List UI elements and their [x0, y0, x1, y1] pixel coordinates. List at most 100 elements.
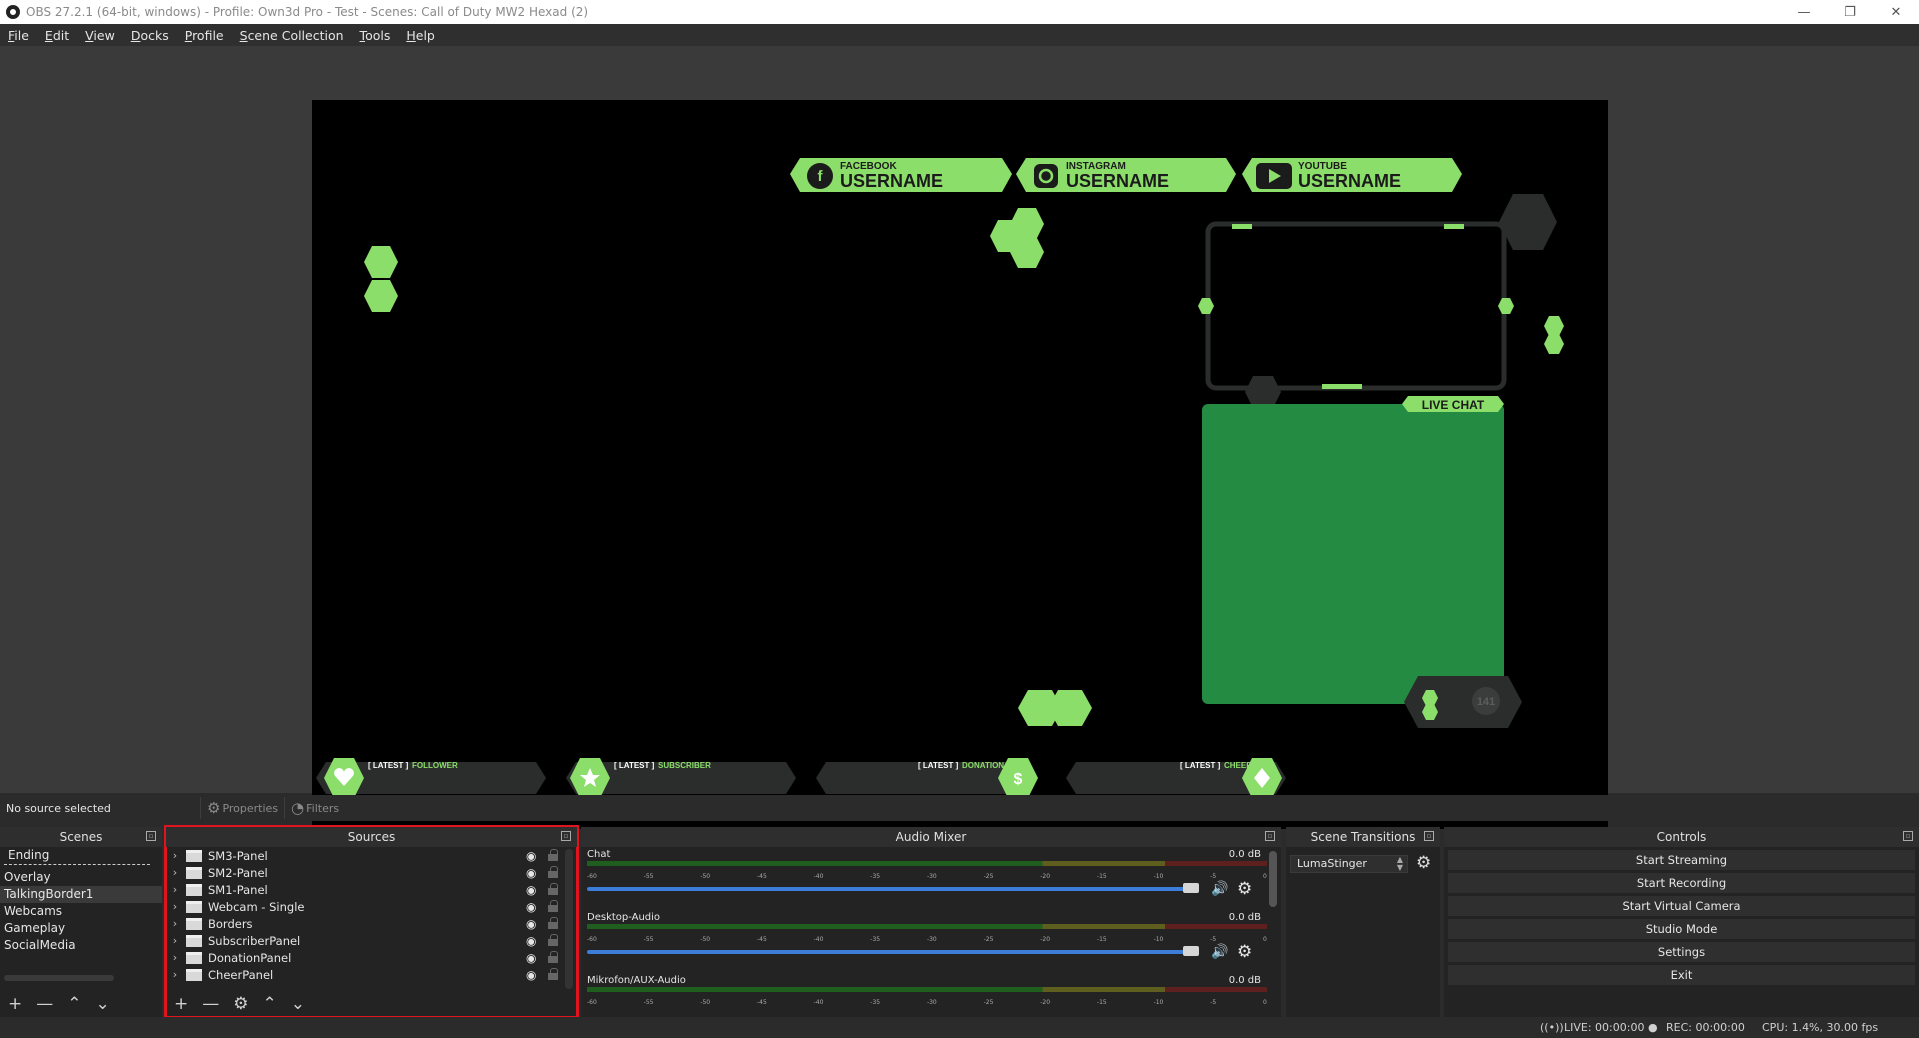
- visibility-eye-icon[interactable]: ◉: [526, 866, 540, 880]
- chat-panel: [1202, 404, 1504, 704]
- filters-button[interactable]: ◔ Filters: [284, 797, 345, 819]
- expand-chevron-icon[interactable]: ›: [168, 900, 182, 913]
- expand-chevron-icon[interactable]: ›: [168, 883, 182, 896]
- source-properties-gear-icon[interactable]: ⚙: [233, 994, 248, 1014]
- menu-docks[interactable]: Docks: [123, 28, 177, 43]
- sources-toolbar: + — ⚙ ⌃ ⌄: [166, 991, 577, 1017]
- undock-icon[interactable]: ▫: [1424, 831, 1434, 841]
- start-recording-button[interactable]: Start Recording: [1448, 873, 1915, 893]
- menu-edit[interactable]: Edit: [37, 28, 77, 43]
- group-folder-icon: [186, 849, 202, 862]
- lock-icon[interactable]: [548, 917, 558, 929]
- group-folder-icon: [186, 917, 202, 930]
- lock-icon[interactable]: [548, 934, 558, 946]
- scenes-hscrollbar[interactable]: [4, 975, 114, 981]
- source-item[interactable]: › DonationPanel ◉: [166, 949, 577, 966]
- spinner-arrows-icon[interactable]: ▲ ▼: [1397, 856, 1403, 872]
- visibility-eye-icon[interactable]: ◉: [526, 849, 540, 863]
- source-item[interactable]: › SubscriberPanel ◉: [166, 932, 577, 949]
- exit-button[interactable]: Exit: [1448, 965, 1915, 985]
- menu-help[interactable]: Help: [398, 28, 443, 43]
- scene-preview[interactable]: f FACEBOOK USERNAME INSTAGRAM USERNAME Y…: [312, 100, 1608, 829]
- undock-icon[interactable]: ▫: [1903, 831, 1913, 841]
- studio-mode-button[interactable]: Studio Mode: [1448, 919, 1915, 939]
- gear-icon[interactable]: ⚙: [1237, 942, 1252, 962]
- move-down-icon[interactable]: ⌄: [96, 994, 110, 1014]
- latest-donation-bar: $ [ LATEST ] DONATION: [816, 758, 1038, 798]
- scene-item-gameplay[interactable]: Gameplay: [0, 920, 162, 937]
- scene-item-webcams[interactable]: Webcams: [0, 903, 162, 920]
- remove-scene-icon[interactable]: —: [36, 994, 53, 1014]
- gear-icon[interactable]: ⚙: [1237, 879, 1252, 899]
- scene-item-talkingborder1[interactable]: TalkingBorder1: [0, 886, 162, 903]
- expand-chevron-icon[interactable]: ›: [168, 917, 182, 930]
- volume-slider[interactable]: [587, 887, 1187, 891]
- restore-button[interactable]: ❐: [1827, 0, 1873, 24]
- scene-item-ending[interactable]: Ending: [4, 847, 150, 865]
- start-virtual-camera-button[interactable]: Start Virtual Camera: [1448, 896, 1915, 916]
- settings-button[interactable]: Settings: [1448, 942, 1915, 962]
- scene-item-socialmedia[interactable]: SocialMedia: [0, 937, 162, 954]
- source-item[interactable]: › SM2-Panel ◉: [166, 864, 577, 881]
- transition-select[interactable]: LumaStinger ▲ ▼: [1290, 855, 1408, 873]
- volume-slider-handle[interactable]: [1183, 883, 1199, 893]
- lock-icon[interactable]: [548, 900, 558, 912]
- speaker-icon[interactable]: 🔊: [1211, 944, 1228, 960]
- dollar-icon: $: [1014, 771, 1023, 788]
- gear-icon[interactable]: ⚙: [1416, 853, 1431, 873]
- mixer-scrollbar[interactable]: [1269, 851, 1277, 907]
- speaker-icon[interactable]: 🔊: [1211, 881, 1228, 897]
- remove-source-icon[interactable]: —: [202, 994, 219, 1014]
- visibility-eye-icon[interactable]: ◉: [526, 968, 540, 982]
- visibility-eye-icon[interactable]: ◉: [526, 934, 540, 948]
- move-up-icon[interactable]: ⌃: [67, 994, 81, 1014]
- menu-profile[interactable]: Profile: [177, 28, 232, 43]
- menu-scene-collection[interactable]: Scene Collection: [232, 28, 352, 43]
- volume-slider[interactable]: [587, 950, 1187, 954]
- menu-tools[interactable]: Tools: [352, 28, 399, 43]
- visibility-eye-icon[interactable]: ◉: [526, 883, 540, 897]
- undock-icon[interactable]: ▫: [561, 831, 571, 841]
- expand-chevron-icon[interactable]: ›: [168, 968, 182, 981]
- sources-header: Sources ▫: [166, 827, 577, 847]
- latest-follower-bar: [ LATEST ] FOLLOWER: [316, 758, 546, 798]
- visibility-eye-icon[interactable]: ◉: [526, 951, 540, 965]
- live-chat-label: LIVE CHAT: [1422, 398, 1485, 412]
- source-item[interactable]: › SM3-Panel ◉: [166, 847, 577, 864]
- close-button[interactable]: ✕: [1873, 0, 1919, 24]
- source-item[interactable]: › SM1-Panel ◉: [166, 881, 577, 898]
- sources-scrollbar[interactable]: [565, 849, 573, 989]
- title-bar: OBS 27.2.1 (64-bit, windows) - Profile: …: [0, 0, 1919, 24]
- expand-chevron-icon[interactable]: ›: [168, 866, 182, 879]
- filter-icon: ◔: [291, 799, 305, 817]
- minimize-button[interactable]: —: [1781, 0, 1827, 24]
- lock-icon[interactable]: [548, 951, 558, 963]
- lock-icon[interactable]: [548, 849, 558, 861]
- latest-cheer-bar: [ LATEST ] CHEER: [1066, 758, 1286, 798]
- lock-icon[interactable]: [548, 866, 558, 878]
- move-up-icon[interactable]: ⌃: [263, 994, 277, 1014]
- move-down-icon[interactable]: ⌄: [291, 994, 305, 1014]
- add-scene-icon[interactable]: +: [8, 994, 22, 1014]
- start-streaming-button[interactable]: Start Streaming: [1448, 850, 1915, 870]
- lock-icon[interactable]: [548, 883, 558, 895]
- visibility-eye-icon[interactable]: ◉: [526, 900, 540, 914]
- lock-icon[interactable]: [548, 968, 558, 980]
- expand-chevron-icon[interactable]: ›: [168, 934, 182, 947]
- add-source-icon[interactable]: +: [174, 994, 188, 1014]
- volume-slider-handle[interactable]: [1183, 946, 1199, 956]
- expand-chevron-icon[interactable]: ›: [168, 951, 182, 964]
- visibility-eye-icon[interactable]: ◉: [526, 917, 540, 931]
- menu-view[interactable]: View: [77, 28, 123, 43]
- source-item[interactable]: › Webcam - Single ◉: [166, 898, 577, 915]
- viewer-count: 141: [1477, 696, 1495, 708]
- expand-chevron-icon[interactable]: ›: [168, 849, 182, 862]
- scene-item-overlay[interactable]: Overlay: [0, 869, 162, 886]
- source-item[interactable]: › CheerPanel ◉: [166, 966, 577, 983]
- source-item[interactable]: › Borders ◉: [166, 915, 577, 932]
- undock-icon[interactable]: ▫: [146, 831, 156, 841]
- svg-text:[ LATEST ]: [ LATEST ]: [368, 761, 409, 770]
- menu-file[interactable]: File: [0, 28, 37, 43]
- properties-button[interactable]: ⚙ Properties: [200, 797, 284, 819]
- undock-icon[interactable]: ▫: [1265, 831, 1275, 841]
